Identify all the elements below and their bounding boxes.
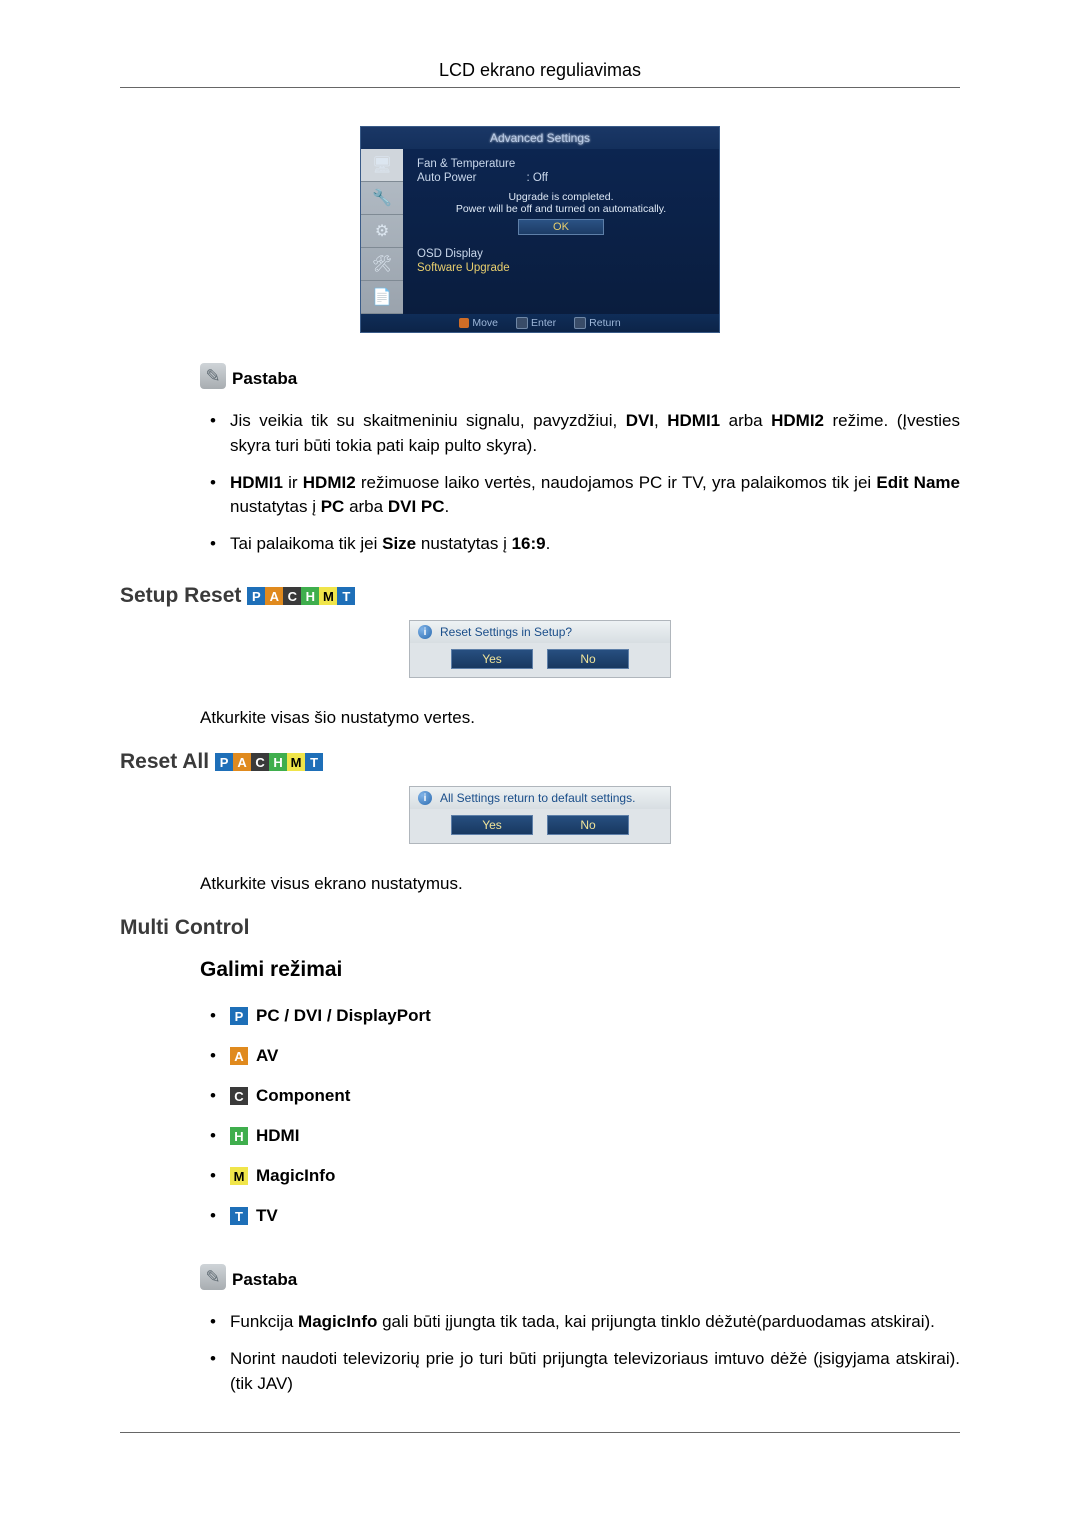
note1-item-2: HDMI1 ir HDMI2 režimuose laiko vertės, n… — [206, 465, 960, 526]
osd-icon-setup: ⚙ — [361, 215, 403, 248]
return-icon — [574, 317, 586, 329]
setup-reset-yes-button[interactable]: Yes — [451, 649, 533, 669]
chip-t-icon: T — [337, 587, 355, 605]
osd-row-autopower-value: : Off — [526, 172, 548, 184]
mode-chips: P A C H M T — [247, 587, 355, 605]
header-rule — [120, 87, 960, 88]
chip-a-icon: A — [230, 1047, 248, 1065]
dialog-reset-all-title: All Settings return to default settings. — [440, 791, 635, 805]
chip-h-icon: H — [269, 753, 287, 771]
heading-multi-control: Multi Control — [120, 916, 960, 940]
osd-ok-button[interactable]: OK — [518, 219, 604, 235]
dialog-reset-all: i All Settings return to default setting… — [409, 786, 671, 844]
note1-item-3: Tai palaikoma tik jei Size nustatytas į … — [206, 526, 960, 563]
note1-item-1: Jis veikia tik su skaitmeniniu signalu, … — [206, 403, 960, 464]
osd-icon-picture: 🖥 — [361, 149, 403, 182]
chip-p-icon: P — [247, 587, 265, 605]
osd-icon-info: 📄 — [361, 281, 403, 314]
mode-item-tv: TTV — [206, 1196, 960, 1236]
heading-setup-reset: Setup Reset P A C H M T — [120, 584, 960, 608]
dialog-setup-reset-title: Reset Settings in Setup? — [440, 625, 572, 639]
chip-c-icon: C — [283, 587, 301, 605]
mode-item-hdmi: HHDMI — [206, 1116, 960, 1156]
chip-t-icon: T — [230, 1207, 248, 1225]
reset-all-yes-button[interactable]: Yes — [451, 815, 533, 835]
enter-icon — [516, 317, 528, 329]
page-header-title: LCD ekrano reguliavimas — [120, 60, 960, 81]
osd-title: Advanced Settings — [361, 127, 719, 149]
osd-msg-line2: Power will be off and turned on automati… — [417, 203, 705, 215]
osd-row-softwareupgrade: Software Upgrade — [417, 262, 510, 274]
note-icon: ✎ — [200, 363, 226, 389]
mode-item-av: AAV — [206, 1036, 960, 1076]
osd-footer-move: Move — [472, 317, 498, 329]
heading-reset-all: Reset All P A C H M T — [120, 750, 960, 774]
move-icon — [459, 318, 469, 328]
info-icon: i — [418, 625, 432, 639]
mode-chips-2: P A C H M T — [215, 753, 323, 771]
osd-row-autopower-label: Auto Power — [417, 172, 476, 184]
note-icon: ✎ — [200, 1264, 226, 1290]
osd-footer-enter: Enter — [531, 317, 556, 329]
note2-item-1: Funkcija MagicInfo gali būti įjungta tik… — [206, 1304, 960, 1341]
chip-t-icon: T — [305, 753, 323, 771]
setup-reset-desc: Atkurkite visas šio nustatymo vertes. — [200, 708, 960, 728]
chip-m-icon: M — [287, 753, 305, 771]
chip-a-icon: A — [265, 587, 283, 605]
reset-all-desc: Atkurkite visus ekrano nustatymus. — [200, 874, 960, 894]
mode-item-magicinfo: MMagicInfo — [206, 1156, 960, 1196]
note-label-2: Pastaba — [232, 1270, 297, 1290]
subheading-galimi-rezimai: Galimi režimai — [200, 958, 960, 982]
chip-m-icon: M — [230, 1167, 248, 1185]
chip-h-icon: H — [301, 587, 319, 605]
note-list-1: Jis veikia tik su skaitmeniniu signalu, … — [206, 403, 960, 562]
chip-c-icon: C — [251, 753, 269, 771]
info-icon: i — [418, 791, 432, 805]
note2-item-2: Norint naudoti televizorių prie jo turi … — [206, 1341, 960, 1402]
osd-msg-line1: Upgrade is completed. — [417, 191, 705, 203]
footer-rule — [120, 1432, 960, 1433]
osd-icon-sound: 🔧 — [361, 182, 403, 215]
dialog-setup-reset: i Reset Settings in Setup? Yes No — [409, 620, 671, 678]
chip-p-icon: P — [215, 753, 233, 771]
mode-item-pc: PPC / DVI / DisplayPort — [206, 996, 960, 1036]
mode-list: PPC / DVI / DisplayPort AAV CComponent H… — [206, 996, 960, 1236]
osd-row-fan: Fan & Temperature — [417, 158, 515, 170]
osd-advanced-settings: Advanced Settings 🖥 🔧 ⚙ 🛠 📄 Fan & Temper… — [360, 126, 720, 333]
osd-side-icons: 🖥 🔧 ⚙ 🛠 📄 — [361, 149, 403, 314]
reset-all-no-button[interactable]: No — [547, 815, 629, 835]
osd-footer: Move Enter Return — [361, 314, 719, 332]
chip-h-icon: H — [230, 1127, 248, 1145]
chip-a-icon: A — [233, 753, 251, 771]
osd-icon-multi: 🛠 — [361, 248, 403, 281]
note-list-2: Funkcija MagicInfo gali būti įjungta tik… — [206, 1304, 960, 1402]
osd-upgrade-message: Upgrade is completed. Power will be off … — [417, 189, 705, 241]
chip-p-icon: P — [230, 1007, 248, 1025]
chip-c-icon: C — [230, 1087, 248, 1105]
chip-m-icon: M — [319, 587, 337, 605]
note-label: Pastaba — [232, 369, 297, 389]
mode-item-component: CComponent — [206, 1076, 960, 1116]
osd-row-osddisplay: OSD Display — [417, 248, 483, 260]
osd-footer-return: Return — [589, 317, 621, 329]
setup-reset-no-button[interactable]: No — [547, 649, 629, 669]
